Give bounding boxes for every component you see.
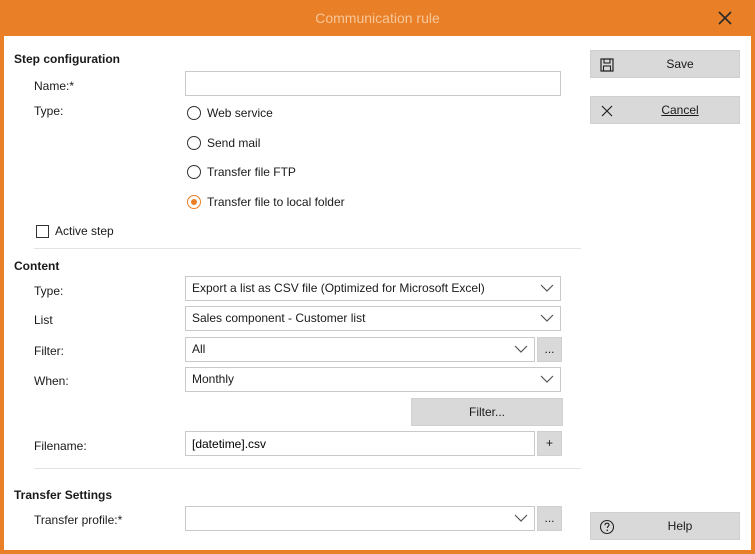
chevron-down-icon: [540, 375, 554, 383]
name-label: Name:*: [34, 79, 75, 93]
radio-label: Web service: [207, 106, 273, 120]
content-type-value: Export a list as CSV file (Optimized for…: [192, 281, 485, 295]
radio-transfer-local[interactable]: Transfer file to local folder: [187, 193, 345, 211]
help-button[interactable]: Help: [590, 512, 740, 540]
close-icon: [718, 11, 732, 25]
cancel-button[interactable]: Cancel: [590, 96, 740, 124]
filename-add-button[interactable]: +: [537, 431, 562, 456]
divider: [34, 468, 581, 469]
chevron-down-icon: [514, 345, 528, 353]
cancel-label: Cancel: [661, 103, 699, 117]
radio-label: Transfer file to local folder: [207, 195, 345, 209]
filename-field[interactable]: [185, 431, 535, 456]
radio-send-mail[interactable]: Send mail: [187, 134, 260, 152]
active-step-checkbox[interactable]: Active step: [36, 224, 114, 238]
content-type-label: Type:: [34, 284, 64, 298]
radio-button[interactable]: [187, 106, 201, 120]
list-label: List: [34, 313, 53, 327]
chevron-down-icon: [540, 284, 554, 292]
radio-web-service[interactable]: Web service: [187, 104, 273, 122]
step-configuration-heading: Step configuration: [14, 52, 120, 66]
title-bar: Communication rule: [0, 0, 755, 36]
dialog-window: Communication rule Step configuration Na…: [0, 0, 755, 554]
list-value: Sales component - Customer list: [192, 311, 366, 325]
radio-label: Send mail: [207, 136, 261, 150]
save-label: Save: [666, 57, 694, 71]
filter-value: All: [192, 342, 206, 356]
filter-select[interactable]: All: [185, 337, 535, 362]
active-step-label: Active step: [55, 224, 114, 238]
radio-button[interactable]: [187, 165, 201, 179]
list-select[interactable]: Sales component - Customer list: [185, 306, 561, 331]
help-label: Help: [667, 519, 693, 533]
radio-button-selected[interactable]: [187, 195, 201, 209]
filter-button[interactable]: Filter...: [411, 398, 563, 426]
name-field[interactable]: [185, 71, 561, 96]
close-button[interactable]: [715, 8, 735, 28]
checkbox[interactable]: [36, 224, 49, 238]
transfer-profile-select[interactable]: [185, 506, 535, 531]
when-value: Monthly: [192, 372, 235, 386]
radio-button[interactable]: [187, 136, 201, 150]
filename-label: Filename:: [34, 439, 87, 453]
chevron-down-icon: [540, 314, 554, 322]
when-label: When:: [34, 374, 69, 388]
question-circle-icon: [599, 519, 615, 535]
transfer-settings-heading: Transfer Settings: [14, 488, 113, 502]
transfer-profile-label: Transfer profile:*: [34, 513, 123, 527]
dialog-title: Communication rule: [315, 10, 440, 26]
transfer-profile-more-button[interactable]: ...: [537, 506, 562, 531]
floppy-disk-icon: [600, 58, 614, 72]
divider: [34, 248, 581, 249]
dialog-content: Step configuration Name:* Type: Web serv…: [4, 36, 751, 550]
when-select[interactable]: Monthly: [185, 367, 561, 392]
x-icon: [601, 105, 613, 117]
radio-label: Transfer file FTP: [207, 165, 296, 179]
content-heading: Content: [14, 259, 60, 273]
content-type-select[interactable]: Export a list as CSV file (Optimized for…: [185, 276, 561, 301]
save-button[interactable]: Save: [590, 50, 740, 78]
filter-label: Filter:: [34, 344, 64, 358]
radio-transfer-ftp[interactable]: Transfer file FTP: [187, 163, 296, 181]
type-label: Type:: [34, 104, 64, 118]
chevron-down-icon: [514, 514, 528, 522]
filter-more-button[interactable]: ...: [537, 337, 562, 362]
